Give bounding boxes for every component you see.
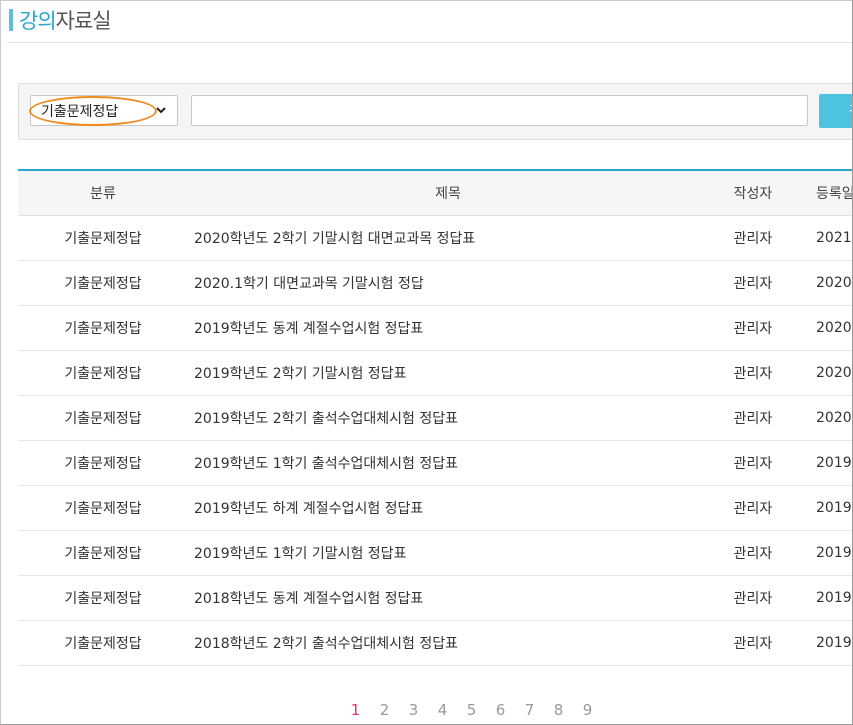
page-link[interactable]: 2 bbox=[370, 701, 399, 721]
header-divider bbox=[7, 42, 852, 43]
row-category: 기출문제정답 bbox=[18, 260, 188, 306]
row-date: 2021 bbox=[798, 215, 852, 261]
row-author: 관리자 bbox=[708, 575, 798, 621]
page-title-text: 자료실 bbox=[55, 9, 112, 33]
table-row[interactable]: 기출문제정답 2020학년도 2학기 기말시험 대면교과목 정답표 관리자 20… bbox=[18, 215, 852, 261]
search-button[interactable]: 검 bbox=[819, 94, 852, 128]
row-category: 기출문제정답 bbox=[18, 350, 188, 396]
row-date: 2019 bbox=[798, 530, 852, 576]
chevron-down-icon bbox=[156, 107, 166, 114]
page-link-current[interactable]: 1 bbox=[341, 701, 370, 721]
row-category: 기출문제정답 bbox=[18, 305, 188, 351]
row-category: 기출문제정답 bbox=[18, 215, 188, 261]
row-date: 2020 bbox=[798, 260, 852, 306]
header-title: 제목 bbox=[188, 169, 708, 216]
row-title-link[interactable]: 2019학년도 동계 계절수업시험 정답표 bbox=[194, 321, 423, 337]
board-table: 분류 제목 작성자 등록일 기출문제정답 2020학년도 2학기 기말시험 대면… bbox=[18, 169, 852, 666]
row-title-link[interactable]: 2019학년도 2학기 기말시험 정답표 bbox=[194, 366, 406, 382]
row-title-link[interactable]: 2019학년도 1학기 기말시험 정답표 bbox=[194, 546, 406, 562]
table-row[interactable]: 기출문제정답 2019학년도 동계 계절수업시험 정답표 관리자 2020 bbox=[18, 305, 852, 351]
row-date: 2019 bbox=[798, 575, 852, 621]
table-header-row: 분류 제목 작성자 등록일 bbox=[18, 169, 852, 216]
header-date: 등록일 bbox=[798, 169, 852, 216]
row-author: 관리자 bbox=[708, 350, 798, 396]
row-date: 2019 bbox=[798, 485, 852, 531]
row-category: 기출문제정답 bbox=[18, 575, 188, 621]
category-select-value: 기출문제정답 bbox=[41, 103, 119, 120]
category-select[interactable]: 기출문제정답 bbox=[30, 95, 178, 126]
page-link[interactable]: 5 bbox=[457, 701, 486, 721]
table-row[interactable]: 기출문제정답 2018학년도 동계 계절수업시험 정답표 관리자 2019 bbox=[18, 575, 852, 621]
page-link[interactable]: 8 bbox=[544, 701, 573, 721]
title-accent-bar bbox=[9, 9, 13, 31]
row-date: 2019 bbox=[798, 440, 852, 486]
table-row[interactable]: 기출문제정답 2019학년도 2학기 기말시험 정답표 관리자 2020 bbox=[18, 350, 852, 396]
row-author: 관리자 bbox=[708, 530, 798, 576]
row-title-link[interactable]: 2019학년도 하계 계절수업시험 정답표 bbox=[194, 501, 423, 517]
row-title-link[interactable]: 2020학년도 2학기 기말시험 대면교과목 정답표 bbox=[194, 231, 475, 247]
table-row[interactable]: 기출문제정답 2018학년도 2학기 출석수업대체시험 정답표 관리자 2019 bbox=[18, 620, 852, 666]
row-author: 관리자 bbox=[708, 485, 798, 531]
header-author: 작성자 bbox=[708, 169, 798, 216]
row-author: 관리자 bbox=[708, 440, 798, 486]
page-link[interactable]: 6 bbox=[486, 701, 515, 721]
row-title-link[interactable]: 2019학년도 2학기 출석수업대체시험 정답표 bbox=[194, 411, 458, 427]
page-link[interactable]: 7 bbox=[515, 701, 544, 721]
row-date: 2019 bbox=[798, 620, 852, 666]
search-input[interactable] bbox=[191, 95, 808, 126]
page-link[interactable]: 4 bbox=[428, 701, 457, 721]
page-title: 강의 자료실 bbox=[9, 7, 112, 33]
row-category: 기출문제정답 bbox=[18, 530, 188, 576]
row-category: 기출문제정답 bbox=[18, 485, 188, 531]
row-author: 관리자 bbox=[708, 215, 798, 261]
table-row[interactable]: 기출문제정답 2020.1학기 대면교과목 기말시험 정답 관리자 2020 bbox=[18, 260, 852, 306]
row-author: 관리자 bbox=[708, 620, 798, 666]
row-category: 기출문제정답 bbox=[18, 440, 188, 486]
table-row[interactable]: 기출문제정답 2019학년도 2학기 출석수업대체시험 정답표 관리자 2020 bbox=[18, 395, 852, 441]
page-frame: 강의 자료실 기출문제정답 검 분류 제목 작성자 등록일 기출문제정답 202… bbox=[0, 0, 853, 725]
header-category: 분류 bbox=[18, 169, 188, 216]
row-category: 기출문제정답 bbox=[18, 620, 188, 666]
table-row[interactable]: 기출문제정답 2019학년도 1학기 출석수업대체시험 정답표 관리자 2019 bbox=[18, 440, 852, 486]
row-author: 관리자 bbox=[708, 260, 798, 306]
pagination: 1 2 3 4 5 6 7 8 9 bbox=[341, 701, 602, 721]
row-title-link[interactable]: 2018학년도 동계 계절수업시험 정답표 bbox=[194, 591, 423, 607]
page-title-accent: 강의 bbox=[19, 9, 57, 33]
table-row[interactable]: 기출문제정답 2019학년도 1학기 기말시험 정답표 관리자 2019 bbox=[18, 530, 852, 576]
row-author: 관리자 bbox=[708, 305, 798, 351]
row-date: 2020 bbox=[798, 395, 852, 441]
search-panel: 기출문제정답 검 bbox=[18, 83, 852, 140]
row-author: 관리자 bbox=[708, 395, 798, 441]
row-date: 2020 bbox=[798, 305, 852, 351]
row-title-link[interactable]: 2018학년도 2학기 출석수업대체시험 정답표 bbox=[194, 636, 458, 652]
row-title-link[interactable]: 2020.1학기 대면교과목 기말시험 정답 bbox=[194, 276, 424, 292]
table-row[interactable]: 기출문제정답 2019학년도 하계 계절수업시험 정답표 관리자 2019 bbox=[18, 485, 852, 531]
row-category: 기출문제정답 bbox=[18, 395, 188, 441]
page-link[interactable]: 9 bbox=[573, 701, 602, 721]
row-title-link[interactable]: 2019학년도 1학기 출석수업대체시험 정답표 bbox=[194, 456, 458, 472]
page-link[interactable]: 3 bbox=[399, 701, 428, 721]
row-date: 2020 bbox=[798, 350, 852, 396]
